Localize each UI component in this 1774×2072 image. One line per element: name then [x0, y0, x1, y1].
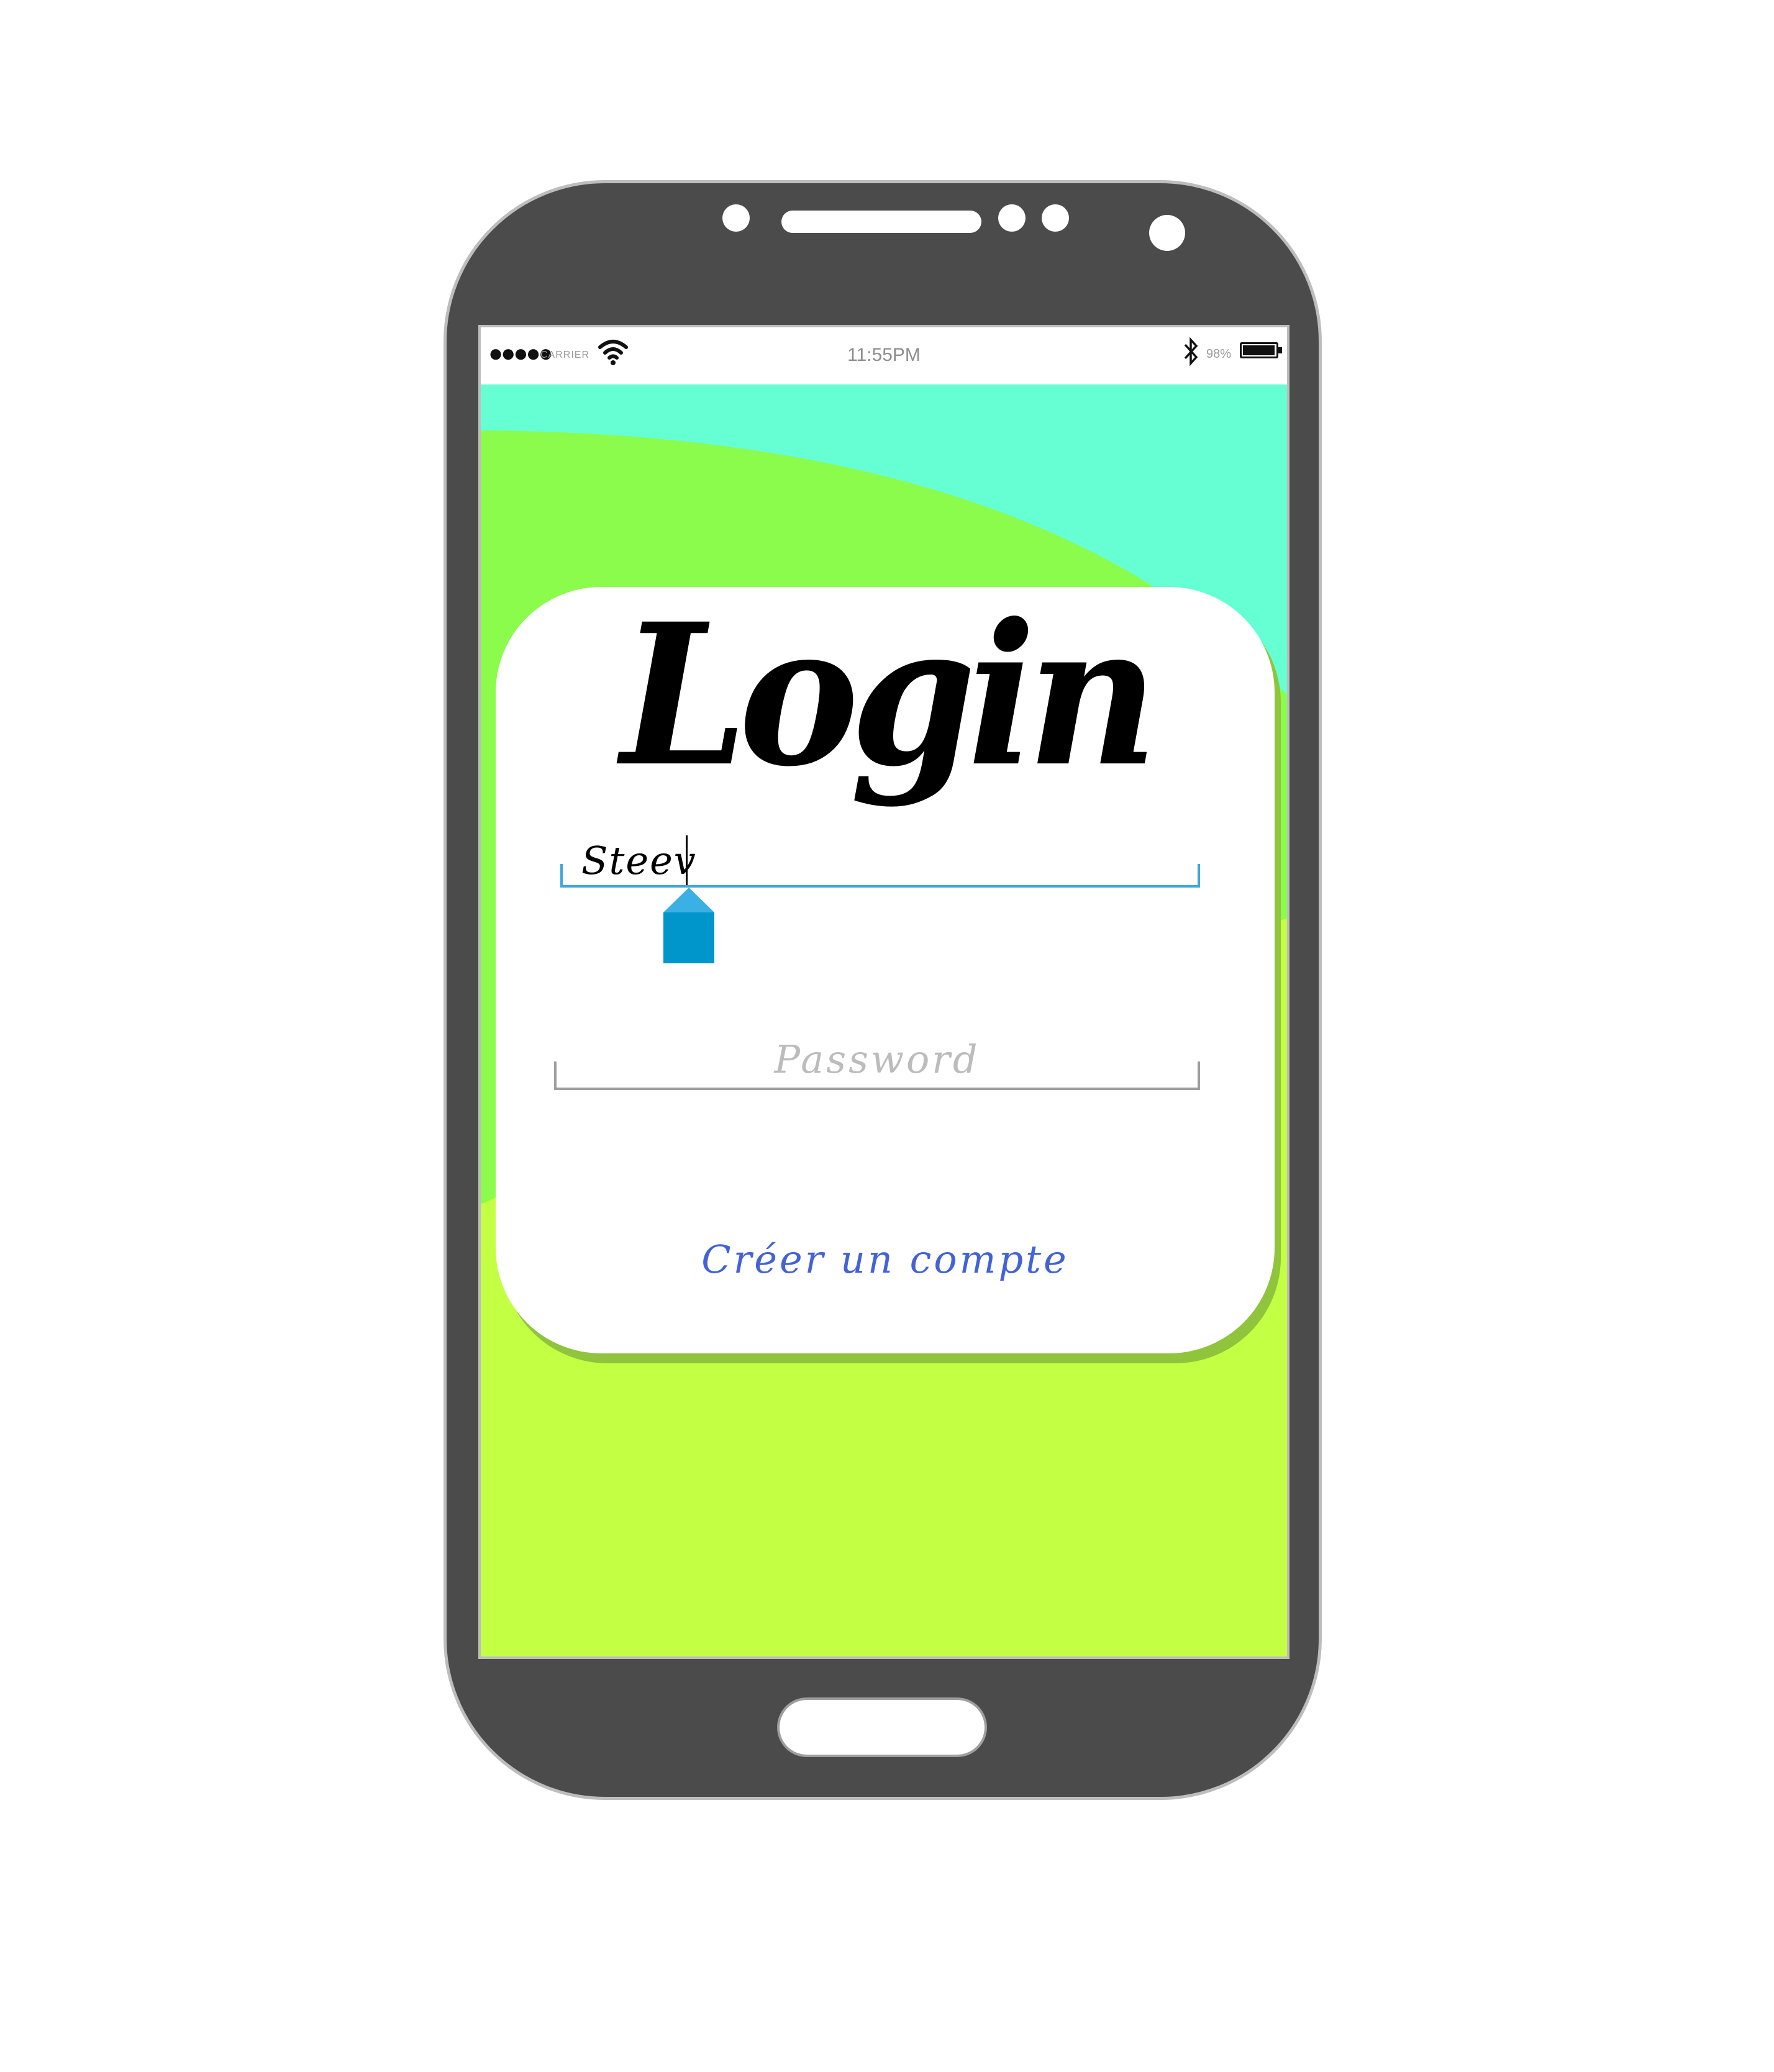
battery-percent: 98% [1206, 347, 1232, 361]
text-selection-handle-icon[interactable] [663, 888, 714, 963]
username-underline-tick [1198, 864, 1200, 888]
password-underline-tick [554, 1061, 557, 1090]
password-placeholder[interactable]: Password [554, 1037, 1200, 1082]
password-input[interactable]: Password [554, 1034, 1200, 1090]
password-underline-tick [1198, 1061, 1200, 1090]
login-title: Login [621, 581, 1158, 810]
bluetooth-icon [1184, 337, 1198, 366]
home-button[interactable] [777, 1697, 987, 1757]
battery-tip [1278, 347, 1282, 353]
battery-icon [1240, 342, 1278, 358]
create-account-link[interactable]: Créer un compte [496, 1237, 1275, 1282]
status-time: 11:55PM [847, 345, 921, 365]
battery-level-fill [1243, 345, 1275, 355]
earpiece-speaker [781, 211, 981, 233]
password-underline [554, 1088, 1200, 1090]
username-underline [560, 885, 1200, 888]
text-caret [686, 835, 688, 885]
front-camera [1149, 215, 1185, 251]
status-bar: ●●●●● CARRIER 11:55PM 98% [481, 327, 1287, 384]
username-value[interactable]: Steev [581, 838, 697, 883]
sensor-dot [1042, 204, 1069, 232]
login-card: Login Steev Password Créer un compte [496, 587, 1275, 1353]
username-input[interactable]: Steev [560, 835, 1200, 888]
sensor-dot [998, 204, 1026, 232]
username-underline-tick [560, 864, 563, 888]
phone-screen: ●●●●● CARRIER 11:55PM 98% Login Steev Pa… [478, 325, 1290, 1659]
sensor-dot [722, 204, 750, 232]
